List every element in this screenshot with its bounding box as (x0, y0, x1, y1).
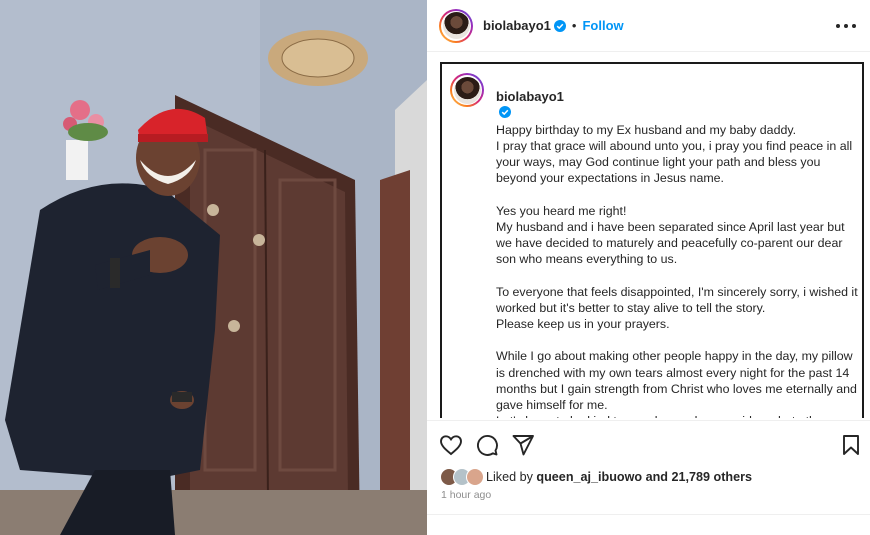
author-username[interactable]: biolabayo1 (483, 18, 551, 33)
comment-icon[interactable] (475, 433, 499, 457)
avatar-image (453, 76, 481, 104)
caption-container: biolabayo1 Happy birthday to my Ex husba… (440, 62, 864, 418)
follow-button[interactable]: Follow (582, 18, 623, 33)
caption-text: biolabayo1 Happy birthday to my Ex husba… (496, 73, 858, 418)
add-comment-bar[interactable] (427, 514, 870, 535)
heart-icon[interactable] (439, 433, 463, 457)
separator-dot: • (571, 18, 577, 33)
post-photo-illustration (0, 0, 427, 535)
post-timestamp[interactable]: 1 hour ago (441, 489, 491, 501)
verified-badge-icon (499, 106, 511, 119)
liked-by-user-link[interactable]: queen_aj_ibuowo (536, 470, 642, 484)
verified-badge-icon (553, 19, 566, 32)
bookmark-icon[interactable] (839, 433, 863, 457)
caption-paragraph: While I go about making other people hap… (496, 349, 857, 418)
action-bar (427, 420, 870, 466)
liked-by-prefix: Liked by (486, 470, 533, 484)
liked-by-others-link[interactable]: and 21,789 others (646, 470, 752, 484)
post-header: biolabayo1 • Follow (427, 0, 870, 52)
caption-paragraph: To everyone that feels disappointed, I'm… (496, 284, 858, 332)
post-panel: biolabayo1 • Follow biolabayo1 Happy bir… (427, 0, 870, 535)
author-avatar[interactable] (439, 8, 473, 43)
likes-summary: Liked by queen_aj_ibuowo and 21,789 othe… (440, 468, 752, 486)
liker-avatars (440, 468, 484, 486)
share-icon[interactable] (511, 433, 535, 457)
caption-author-avatar[interactable] (450, 73, 484, 107)
caption-paragraph: Yes you heard me right! My husband and i… (496, 203, 845, 267)
caption-username[interactable]: biolabayo1 (496, 89, 564, 104)
more-horizontal-icon[interactable] (836, 16, 856, 36)
avatar-image (442, 12, 470, 39)
post-photo[interactable] (0, 0, 427, 535)
liker-avatar (466, 468, 484, 486)
caption-paragraph: Happy birthday to my Ex husband and my b… (496, 122, 853, 186)
